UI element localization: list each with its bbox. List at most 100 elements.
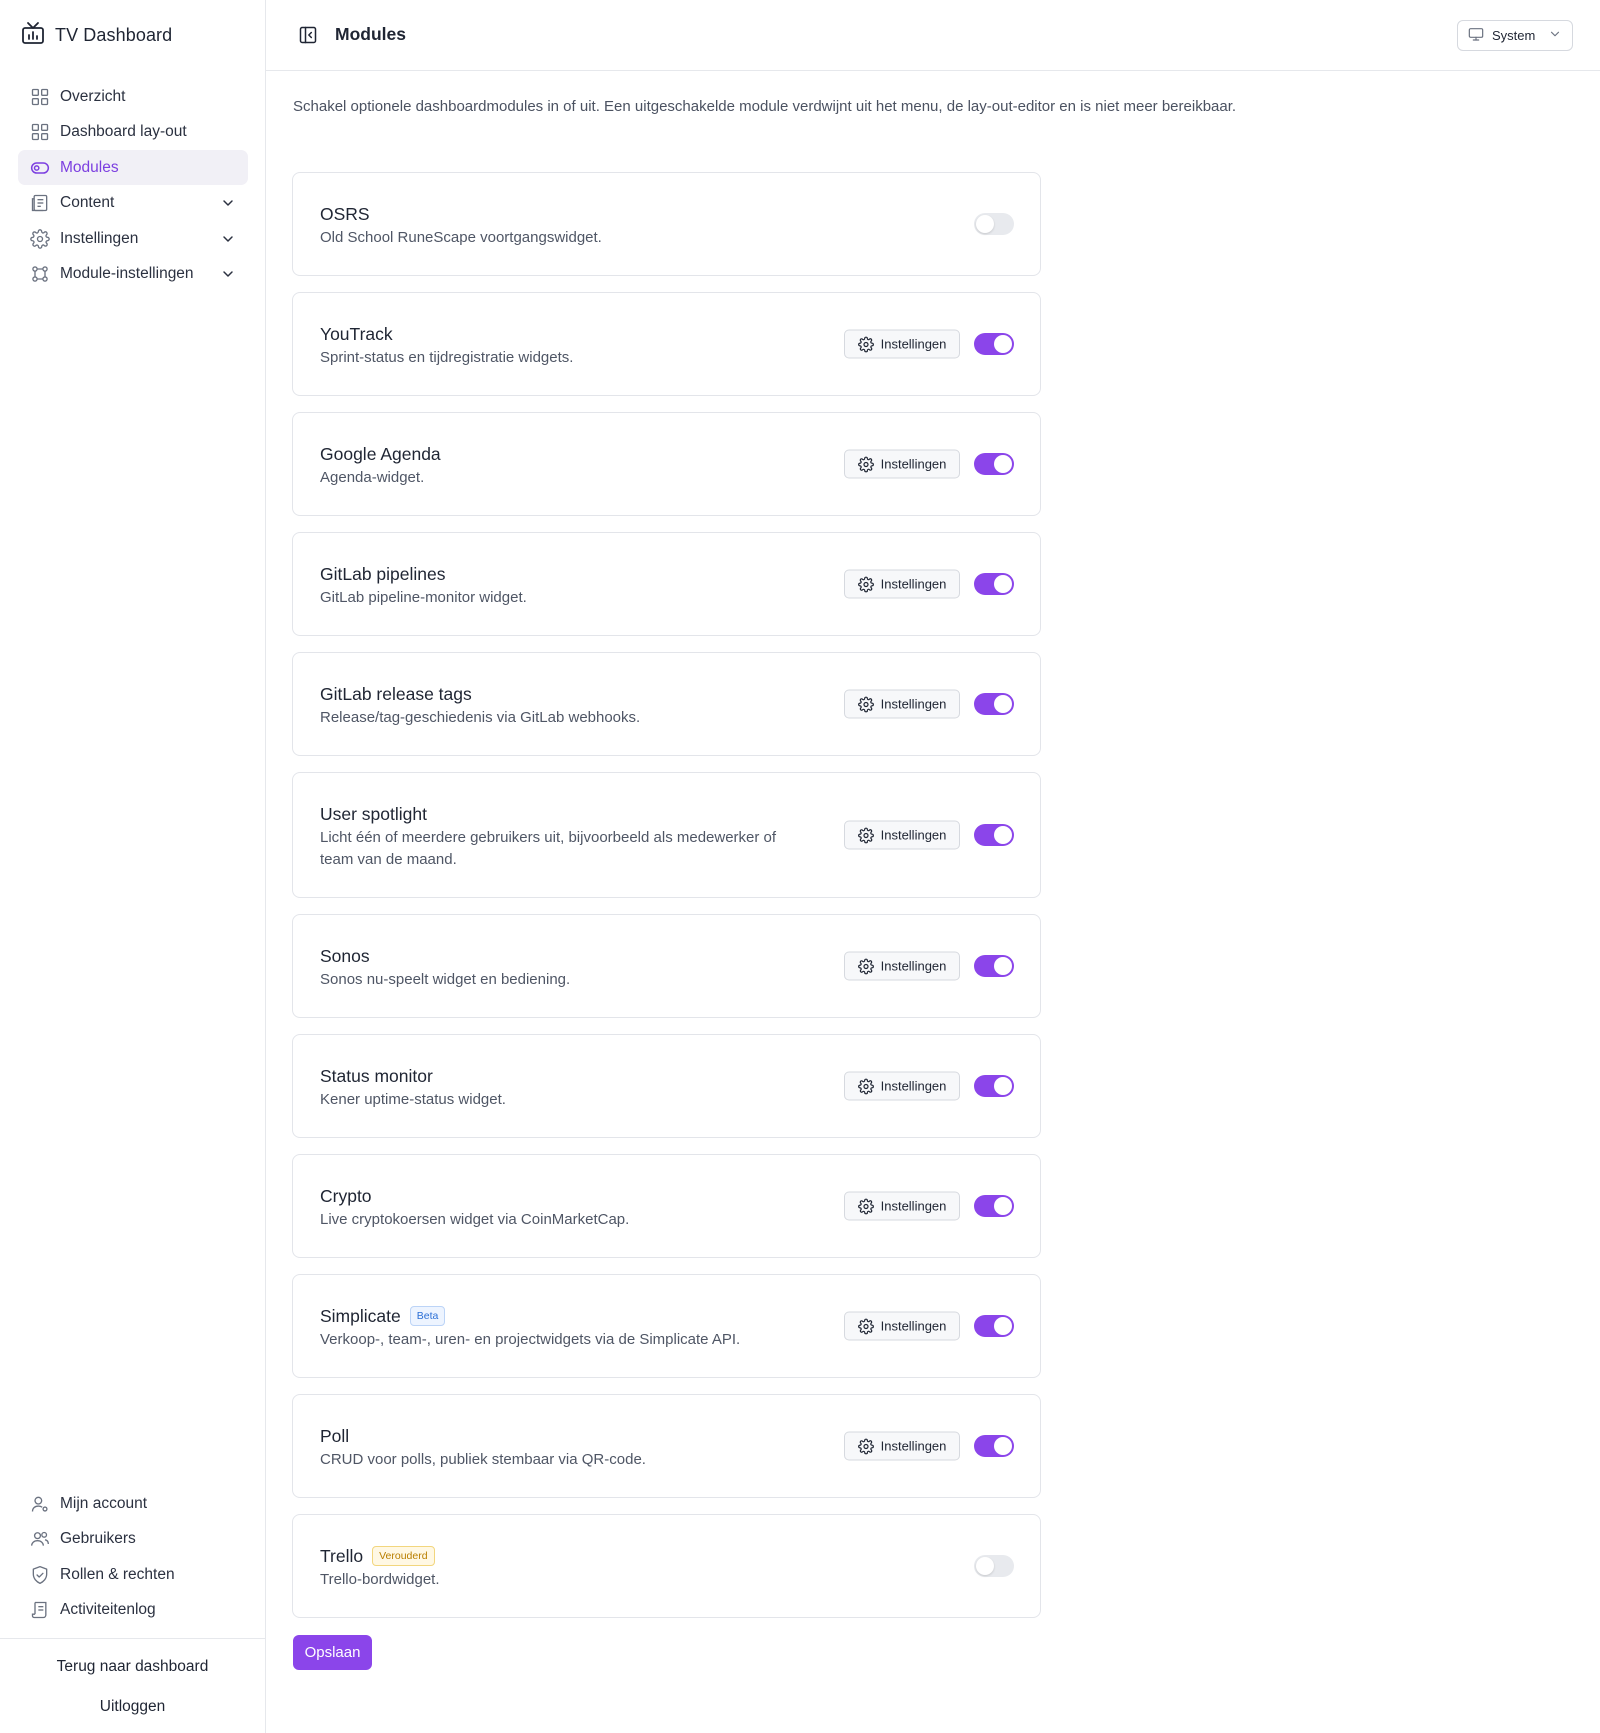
shield-icon <box>30 1565 50 1585</box>
module-description: Agenda-widget. <box>320 469 425 486</box>
module-info: GitLab pipelines GitLab pipeline-monitor … <box>320 563 810 609</box>
sidebar-item-activiteitenlog[interactable]: Activiteitenlog <box>18 1593 248 1628</box>
sidebar-item-label: Gebruikers <box>60 1530 136 1548</box>
module-toggle[interactable] <box>974 824 1014 846</box>
module-description: Trello-bordwidget. <box>320 1571 440 1588</box>
sidebar-item-mijn-account[interactable]: Mijn account <box>18 1486 248 1521</box>
module-settings-button[interactable]: Instellingen <box>844 1431 960 1461</box>
gear-icon <box>857 1198 874 1214</box>
module-info: Sonos Sonos nu-speelt widget en bediening… <box>320 945 810 991</box>
sidebar-item-label: Overzicht <box>60 87 126 105</box>
user-icon <box>30 1494 50 1514</box>
sidebar-item-instellingen[interactable]: Instellingen <box>18 221 248 256</box>
module-info: GitLab release tags Release/tag-geschiede… <box>320 683 810 729</box>
module-title-row: GitLab release tags <box>320 683 810 705</box>
settings-button-label: Instellingen <box>880 1318 947 1334</box>
settings-button-label: Instellingen <box>880 958 947 974</box>
sidebar-item-label: Modules <box>60 158 119 176</box>
page-title: Modules <box>335 24 406 44</box>
sidebar-item-modules[interactable]: Modules <box>18 150 248 186</box>
settings-button-label: Instellingen <box>880 827 947 843</box>
content-icon <box>30 193 50 213</box>
toggle-knob <box>976 215 994 233</box>
module-description: Old School RuneScape voortgangswidget. <box>320 229 602 246</box>
toggle-knob <box>994 826 1012 844</box>
sidebar-item-gebruikers[interactable]: Gebruikers <box>18 1522 248 1557</box>
module-toggle[interactable] <box>974 453 1014 475</box>
toggle-knob <box>994 1197 1012 1215</box>
module-card: Trello Verouderd Trello-bordwidget. <box>292 1514 1041 1618</box>
module-title-row: Sonos <box>320 945 810 967</box>
module-description: Kener uptime-status widget. <box>320 1091 506 1108</box>
module-settings-button[interactable]: Instellingen <box>844 820 960 850</box>
sidebar-item-label: Rollen & rechten <box>60 1565 175 1583</box>
gear-icon <box>30 229 50 249</box>
module-settings-button[interactable]: Instellingen <box>844 1071 960 1101</box>
brand[interactable]: TV Dashboard <box>21 21 173 48</box>
sidebar-footer: Terug naar dashboard Uitloggen <box>0 1638 265 1727</box>
module-description: Live cryptokoersen widget via CoinMarket… <box>320 1211 630 1228</box>
sidebar-item-dashboard-layout[interactable]: Dashboard lay-out <box>18 115 248 150</box>
settings-button-label: Instellingen <box>880 1078 947 1094</box>
topbar: Modules System <box>266 0 1600 71</box>
gear-icon <box>857 456 874 472</box>
module-description: CRUD voor polls, publiek stembaar via QR… <box>320 1451 646 1468</box>
module-card: Status monitor Kener uptime-status widget… <box>292 1034 1041 1138</box>
module-settings-button[interactable]: Instellingen <box>844 329 960 359</box>
sidebar-item-content[interactable]: Content <box>18 186 248 221</box>
sidebar-toggle-icon[interactable] <box>298 25 318 45</box>
sidebar-item-overzicht[interactable]: Overzicht <box>18 79 248 114</box>
module-toggle[interactable] <box>974 1315 1014 1337</box>
settings-button-label: Instellingen <box>880 1438 947 1454</box>
module-toggle[interactable] <box>974 693 1014 715</box>
module-toggle[interactable] <box>974 1075 1014 1097</box>
module-settings-button[interactable]: Instellingen <box>844 1311 960 1341</box>
back-to-dashboard-link[interactable]: Terug naar dashboard <box>0 1647 265 1687</box>
toggle-knob <box>994 455 1012 473</box>
module-settings-button[interactable]: Instellingen <box>844 1191 960 1221</box>
module-title: GitLab release tags <box>320 684 472 704</box>
module-toggle[interactable] <box>974 1435 1014 1457</box>
toggle-knob <box>994 1317 1012 1335</box>
module-card: GitLab pipelines GitLab pipeline-monitor … <box>292 532 1041 636</box>
module-toggle[interactable] <box>974 955 1014 977</box>
module-toggle[interactable] <box>974 213 1014 235</box>
module-info: Poll CRUD voor polls, publiek stembaar vi… <box>320 1425 810 1471</box>
save-button[interactable]: Opslaan <box>293 1635 372 1670</box>
monitor-icon <box>1468 26 1484 45</box>
module-title: Google Agenda <box>320 444 441 464</box>
module-card: OSRS Old School RuneScape voortgangswidge… <box>292 172 1041 276</box>
logout-link[interactable]: Uitloggen <box>0 1687 265 1727</box>
chevron-down-icon[interactable] <box>220 231 236 247</box>
module-settings-button[interactable]: Instellingen <box>844 449 960 479</box>
sidebar-item-module-instellingen[interactable]: Module-instellingen <box>18 257 248 292</box>
toggle-knob <box>994 335 1012 353</box>
gear-icon <box>857 576 874 592</box>
module-settings-button[interactable]: Instellingen <box>844 951 960 981</box>
module-toggle[interactable] <box>974 573 1014 595</box>
gear-icon <box>857 1078 874 1094</box>
module-title-row: GitLab pipelines <box>320 563 810 585</box>
theme-select[interactable]: System <box>1457 20 1573 51</box>
chevron-down-icon[interactable] <box>220 195 236 211</box>
users-icon <box>30 1529 50 1549</box>
module-description: Sprint-status en tijdregistratie widgets… <box>320 349 574 366</box>
chevron-down-icon <box>1548 27 1562 44</box>
gear-icon <box>857 696 874 712</box>
app-title: TV Dashboard <box>55 24 173 45</box>
module-title-row: Crypto <box>320 1185 810 1207</box>
grid-icon <box>30 87 50 107</box>
module-toggle[interactable] <box>974 333 1014 355</box>
module-toggle[interactable] <box>974 1195 1014 1217</box>
module-description: Verkoop-, team-, uren- en projectwidgets… <box>320 1331 741 1348</box>
module-settings-button[interactable]: Instellingen <box>844 569 960 599</box>
module-title-row: Simplicate Beta <box>320 1305 810 1327</box>
module-info: OSRS Old School RuneScape voortgangswidge… <box>320 203 810 249</box>
sidebar-item-rollen-rechten[interactable]: Rollen & rechten <box>18 1557 248 1592</box>
module-toggle[interactable] <box>974 1555 1014 1577</box>
module-badge: Beta <box>409 1306 446 1326</box>
module-settings-button[interactable]: Instellingen <box>844 689 960 719</box>
gear-icon <box>857 336 874 352</box>
chevron-down-icon[interactable] <box>220 266 236 282</box>
settings-button-label: Instellingen <box>880 1198 947 1214</box>
